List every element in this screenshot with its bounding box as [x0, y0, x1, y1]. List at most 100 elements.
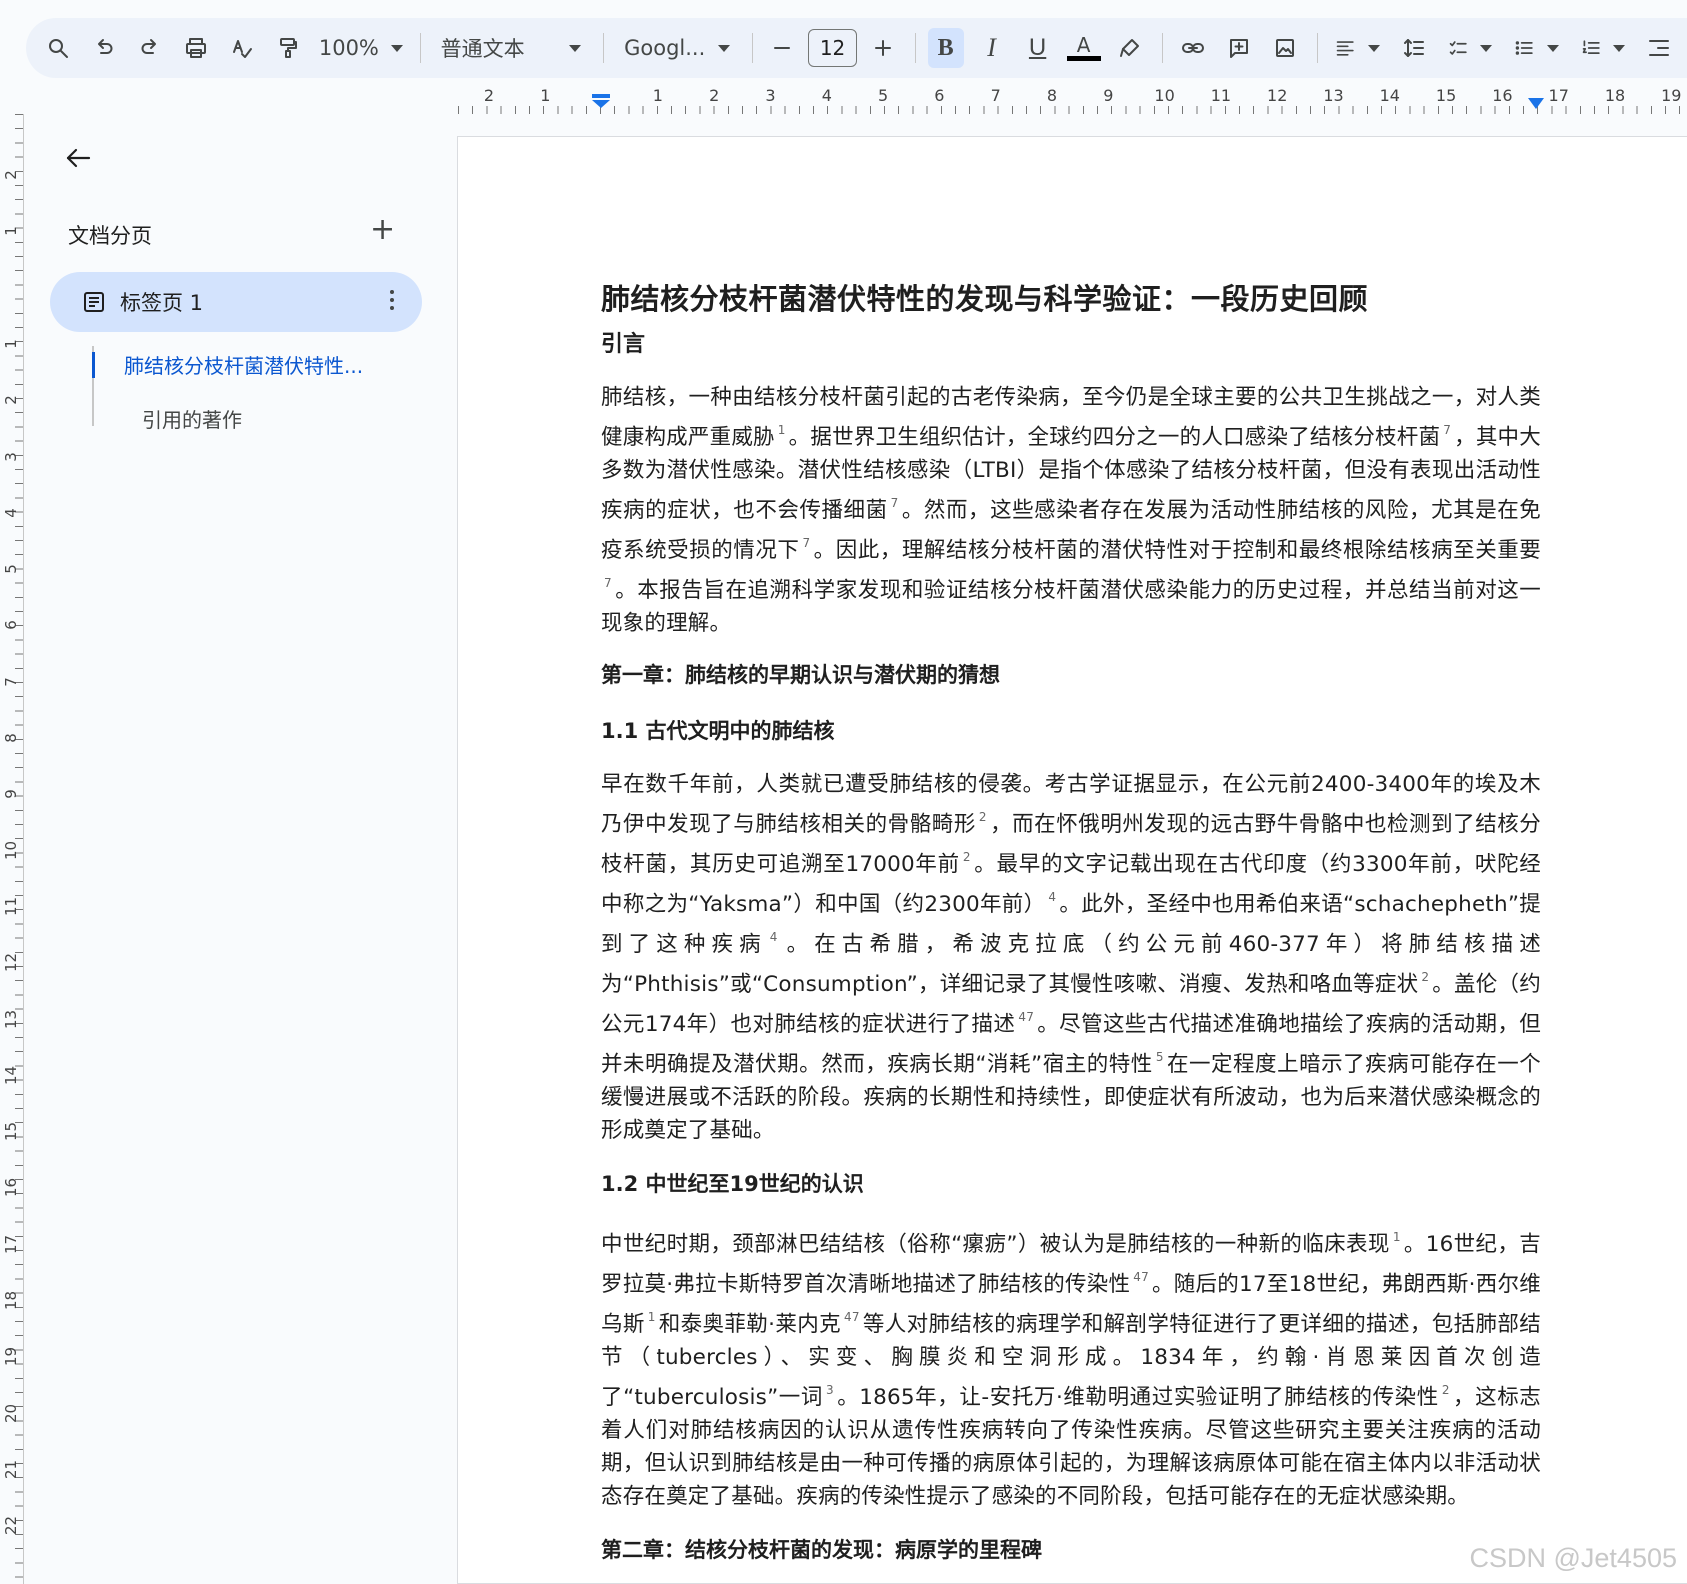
zoom-select[interactable]: 100% — [316, 28, 406, 68]
outline-item-title[interactable]: 肺结核分枝杆菌潜伏特性... — [124, 350, 414, 379]
right-indent-marker[interactable] — [1528, 98, 1544, 109]
redo-button[interactable] — [132, 28, 168, 68]
google-docs-app: 100% 普通文本 Googl... 12 B I U A 2 1 1 2 3 … — [0, 0, 1687, 1584]
ruler-label: 15 — [1435, 86, 1457, 105]
citation-superscript[interactable]: 2 — [1421, 970, 1429, 984]
align-select[interactable] — [1329, 28, 1385, 68]
text-run: 。本报告旨在追溯科学家发现和验证结核分枝杆菌潜伏感染能力的历史过程，并总结当前对… — [601, 578, 1541, 636]
toolbar-divider — [1161, 33, 1163, 63]
italic-button[interactable]: I — [974, 28, 1010, 68]
more-options-icon[interactable] — [390, 290, 394, 310]
citation-superscript[interactable]: 7 — [802, 536, 810, 550]
spellcheck-button[interactable] — [224, 28, 260, 68]
left-indent-marker[interactable] — [592, 94, 610, 108]
chevron-down-icon — [1546, 44, 1559, 52]
vertical-ruler-label: 17 — [2, 1234, 20, 1254]
chevron-down-icon — [1480, 44, 1493, 52]
text-color-icon: A — [1066, 35, 1101, 61]
chevron-down-icon — [569, 44, 582, 52]
horizontal-ruler[interactable]: 2 1 1 2 3 4 5 6 7 8 9 10 11 12 13 14 15 16 17 18 19 — [0, 84, 1687, 114]
decrease-indent-button[interactable] — [1641, 28, 1677, 68]
ruler-label: 3 — [765, 86, 776, 105]
ruler-label: 1 — [540, 86, 551, 105]
zoom-value: 100% — [318, 36, 379, 60]
ruler-label: 10 — [1154, 86, 1175, 105]
highlight-color-button[interactable] — [1112, 28, 1148, 68]
font-family-value: Googl... — [624, 36, 706, 60]
outline-item-citations[interactable]: 引用的著作 — [142, 404, 242, 433]
toolbar: 100% 普通文本 Googl... 12 B I U A — [26, 18, 1687, 78]
checklist-select[interactable] — [1442, 28, 1498, 68]
document-content[interactable]: 肺结核分枝杆菌潜伏特性的发现与科学验证：一段历史回顾 引言 肺结核，一种由结核分… — [601, 277, 1541, 1567]
chevron-down-icon — [390, 44, 403, 52]
outline-active-indicator — [92, 352, 95, 378]
insert-link-button[interactable] — [1175, 28, 1211, 68]
undo-button[interactable] — [86, 28, 122, 68]
print-button[interactable] — [178, 28, 214, 68]
chevron-down-icon — [1613, 44, 1625, 52]
vertical-ruler-label: 22 — [2, 1516, 20, 1536]
ruler-label: 18 — [1604, 86, 1626, 105]
vertical-ruler-label: 7 — [2, 676, 20, 687]
citation-superscript[interactable]: 1 — [1393, 1230, 1401, 1244]
citation-superscript[interactable]: 4 — [770, 930, 778, 944]
add-tab-button[interactable]: + — [370, 212, 395, 247]
bold-icon: B — [937, 34, 954, 61]
paragraph-section-1-1: 早在数千年前，人类就已遭受肺结核的侵袭。考古学证据显示，在公元前2400-340… — [601, 768, 1541, 1147]
text-run: 。因此，理解结核分枝杆菌的潜伏特性对于控制和最终根除结核病至关重要 — [813, 538, 1541, 563]
ruler-label: 11 — [1210, 86, 1232, 105]
text-run: 。1865年，让-安托万·维勒明通过实验证明了肺结核的传染性 — [836, 1385, 1439, 1410]
paint-format-button[interactable] — [270, 28, 306, 68]
bulleted-list-select[interactable] — [1508, 28, 1564, 68]
tab-item-1[interactable]: 标签页 1 — [50, 272, 422, 332]
citation-superscript[interactable]: 5 — [1156, 1050, 1164, 1064]
document-page[interactable]: 肺结核分枝杆菌潜伏特性的发现与科学验证：一段历史回顾 引言 肺结核，一种由结核分… — [457, 136, 1687, 1584]
vertical-ruler-label: 3 — [2, 451, 20, 462]
minus-icon — [774, 47, 791, 49]
citation-superscript[interactable]: 47 — [844, 1310, 860, 1324]
citation-superscript[interactable]: 7 — [891, 496, 899, 510]
line-spacing-button[interactable] — [1396, 28, 1432, 68]
vertical-ruler-label: 8 — [2, 733, 20, 743]
bold-button[interactable]: B — [927, 28, 964, 68]
toolbar-divider — [603, 33, 605, 63]
link-icon — [1181, 43, 1204, 53]
citation-superscript[interactable]: 4 — [1048, 890, 1056, 904]
insert-image-button[interactable] — [1267, 28, 1303, 68]
paragraph-style-select[interactable]: 普通文本 — [433, 28, 590, 68]
citation-superscript[interactable]: 7 — [604, 576, 612, 590]
citation-superscript[interactable]: 3 — [826, 1383, 834, 1397]
citation-superscript[interactable]: 47 — [1133, 1270, 1149, 1284]
citation-superscript[interactable]: 1 — [778, 423, 786, 437]
font-family-select[interactable]: Googl... — [616, 28, 737, 68]
citation-superscript[interactable]: 2 — [979, 810, 987, 824]
text-color-button[interactable]: A — [1066, 28, 1102, 68]
vertical-ruler-label: 2 — [2, 395, 20, 405]
vertical-ruler-label: 15 — [2, 1122, 20, 1142]
align-left-icon — [1337, 41, 1355, 56]
back-button[interactable] — [62, 142, 102, 182]
increase-font-size-button[interactable] — [865, 28, 901, 68]
citation-superscript[interactable]: 1 — [648, 1310, 656, 1324]
citation-superscript[interactable]: 47 — [1018, 1010, 1034, 1024]
ruler-ticks — [458, 106, 1687, 114]
citation-superscript[interactable]: 2 — [1442, 1383, 1450, 1397]
toolbar-divider — [914, 33, 916, 63]
add-comment-icon — [1229, 39, 1248, 58]
numbered-list-select[interactable] — [1575, 28, 1631, 68]
vertical-ruler-label: 6 — [2, 620, 20, 631]
document-title: 肺结核分枝杆菌潜伏特性的发现与科学验证：一段历史回顾 — [601, 282, 1369, 316]
watermark: CSDN @Jet4505 — [1469, 1543, 1678, 1573]
italic-icon: I — [987, 33, 996, 62]
text-run: 。据世界卫生组织估计，全球约四分之一的人口感染了结核分枝杆菌 — [788, 425, 1441, 450]
ruler-label: 4 — [821, 86, 832, 105]
citation-superscript[interactable]: 7 — [1443, 423, 1451, 437]
ruler-label: 9 — [1103, 86, 1114, 105]
search-menus-button[interactable] — [40, 28, 76, 68]
decrease-font-size-button[interactable] — [764, 28, 800, 68]
insert-comment-button[interactable] — [1221, 28, 1257, 68]
citation-superscript[interactable]: 2 — [963, 850, 971, 864]
font-size-input[interactable]: 12 — [808, 29, 857, 67]
checklist-icon — [1449, 41, 1467, 55]
underline-button[interactable]: U — [1020, 28, 1056, 68]
